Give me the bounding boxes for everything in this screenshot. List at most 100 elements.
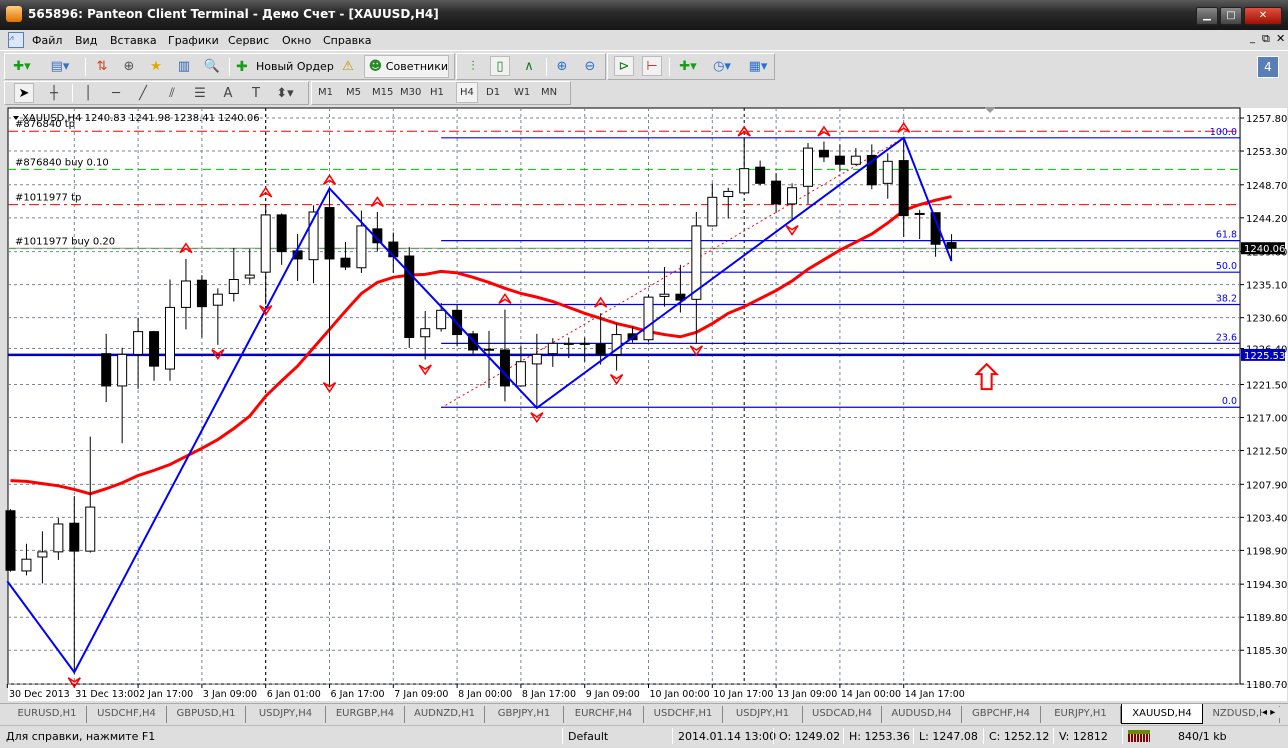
candle-body	[37, 551, 48, 558]
chart-tab[interactable]: USDJPY,H1	[724, 706, 803, 723]
tab-scroll-arrows[interactable]: ◂ ▸	[1262, 707, 1288, 718]
candlestick-chart-icon[interactable]: ▯	[490, 56, 510, 76]
timeframe-mn[interactable]: MN	[541, 87, 557, 98]
separator	[562, 728, 563, 744]
periods-icon[interactable]: ◷▾	[712, 56, 732, 76]
separator	[672, 728, 673, 744]
profiles-icon[interactable]: ▤▾	[50, 56, 70, 76]
price-tick-label: 1221.50	[1246, 380, 1287, 391]
separator	[913, 728, 914, 744]
timeframe-m5[interactable]: M5	[346, 87, 361, 98]
chart-window-icon[interactable]: ⩘	[8, 32, 24, 48]
fibonacci-icon[interactable]: ☰	[190, 83, 210, 103]
candle-body	[340, 257, 351, 268]
connection-status-icon[interactable]	[1128, 730, 1150, 742]
line-chart-icon[interactable]: ∧	[519, 56, 539, 76]
time-tick-label: 30 Dec 2013	[9, 689, 70, 700]
bar-volume: V: 12812	[1059, 730, 1108, 743]
chart-tab[interactable]: GBPJPY,H1	[485, 706, 564, 723]
time-axis	[8, 685, 1287, 701]
timeframe-m30[interactable]: M30	[400, 87, 421, 98]
zoom-in-icon[interactable]: ⊕	[552, 56, 572, 76]
menu-view[interactable]: Вид	[75, 34, 97, 47]
terminal-icon[interactable]: ▥	[174, 56, 194, 76]
mdi-restore-button[interactable]: ⧉	[1262, 32, 1270, 46]
chart-tab[interactable]: XAUUSD,H4	[1121, 704, 1203, 724]
candle-body	[133, 331, 144, 355]
horizontal-line-icon[interactable]: ─	[106, 83, 126, 103]
bar-low: L: 1247.08	[919, 730, 978, 743]
chart-tab[interactable]: EURGBP,H4	[326, 706, 405, 723]
new-chart-icon[interactable]: ✚▾	[12, 56, 32, 76]
indicators-icon[interactable]: ✚▾	[678, 56, 698, 76]
price-tick-label: 1244.20	[1246, 214, 1287, 225]
templates-icon[interactable]: ▦▾	[748, 56, 768, 76]
timeframe-m1[interactable]: M1	[318, 87, 333, 98]
mdi-minimize-button[interactable]: _	[1250, 33, 1255, 44]
candle-body	[643, 296, 654, 341]
menu-charts[interactable]: Графики	[168, 34, 219, 47]
menu-help[interactable]: Справка	[323, 34, 371, 47]
chart-tab[interactable]: USDJPY,H4	[247, 706, 326, 723]
candle-body	[499, 349, 510, 387]
candle-body	[484, 348, 494, 351]
text-icon[interactable]: A	[218, 83, 238, 103]
chart-tab[interactable]: AUDNZD,H1	[406, 706, 485, 723]
candle-body	[212, 293, 223, 306]
favorites-icon[interactable]: ★	[146, 56, 166, 76]
chart-tab[interactable]: GBPUSD,H1	[167, 706, 246, 723]
price-tick-label: 1235.10	[1246, 281, 1287, 292]
timeframe-d1[interactable]: D1	[486, 87, 500, 98]
crosshair-icon[interactable]: ┼	[44, 83, 64, 103]
price-tick-label: 1189.80	[1246, 613, 1287, 624]
navigator-icon[interactable]: ⊕	[119, 56, 139, 76]
chart-shift-icon[interactable]: ⊢	[642, 56, 662, 76]
price-tick-label: 1207.90	[1246, 480, 1287, 491]
chart-tab[interactable]: USDCHF,H1	[644, 706, 723, 723]
vertical-line-icon[interactable]: │	[78, 83, 98, 103]
timeframe-m15[interactable]: M15	[372, 87, 393, 98]
market-watch-icon[interactable]: ⇅	[92, 56, 112, 76]
menu-window[interactable]: Окно	[282, 34, 311, 47]
maximize-button[interactable]: □	[1220, 7, 1242, 25]
timeframe-h4[interactable]: H4	[456, 82, 478, 103]
arrows-icon[interactable]: ⬍▾	[275, 83, 295, 103]
timeframe-w1[interactable]: W1	[514, 87, 530, 98]
chart-tab[interactable]: AUDUSD,H4	[883, 706, 962, 723]
auto-scroll-icon[interactable]: ⊳	[614, 56, 634, 76]
menu-file[interactable]: Файл	[32, 34, 62, 47]
mdi-close-button[interactable]: ✕	[1276, 32, 1285, 45]
alert-icon[interactable]: ⚠	[338, 56, 358, 76]
strategy-tester-icon[interactable]: 🔍	[202, 56, 222, 76]
bar-chart-icon[interactable]: ⫶	[463, 56, 483, 76]
chart-tab[interactable]: USDCHF,H4	[88, 706, 167, 723]
zoom-out-icon[interactable]: ⊖	[580, 56, 600, 76]
timeframe-h1[interactable]: H1	[430, 87, 444, 98]
notifications-badge[interactable]: 4	[1257, 56, 1279, 78]
candle-body	[771, 180, 782, 205]
text-label-icon[interactable]: T	[246, 83, 266, 103]
price-tick-label: 1212.50	[1246, 447, 1287, 458]
experts-button[interactable]: ☻ Советники	[364, 55, 449, 78]
new-order-label: Новый Ордер	[256, 60, 334, 73]
chart-tab[interactable]: EURJPY,H1	[1042, 706, 1121, 723]
chart-tab[interactable]: EURUSD,H1	[8, 706, 87, 723]
candle-body	[53, 523, 64, 553]
bar-time: 2014.01.14 13:00	[678, 730, 777, 743]
menu-tools[interactable]: Сервис	[228, 34, 269, 47]
chart-tab[interactable]: GBPCHF,H4	[962, 706, 1041, 723]
bid-price-badge-text: 1240.06	[1244, 244, 1285, 255]
trendline-icon[interactable]: ╱	[133, 83, 153, 103]
chart-tab[interactable]: USDCAD,H4	[803, 706, 882, 723]
chart-tab[interactable]: EURCHF,H4	[565, 706, 644, 723]
equidistant-channel-icon[interactable]: ⫽	[162, 83, 182, 103]
candle-body	[436, 309, 447, 330]
price-chart[interactable]: 1257.801253.301248.701244.201239.601235.…	[0, 105, 1288, 703]
cursor-icon[interactable]: ➤	[14, 83, 34, 103]
minimize-button[interactable]: ▁	[1196, 7, 1218, 25]
candle-body	[260, 214, 271, 273]
candle-body	[149, 331, 160, 367]
close-button[interactable]: ✕	[1244, 7, 1282, 25]
new-order-button[interactable]: ✚ Новый Ордер	[236, 56, 334, 77]
menu-insert[interactable]: Вставка	[110, 34, 157, 47]
